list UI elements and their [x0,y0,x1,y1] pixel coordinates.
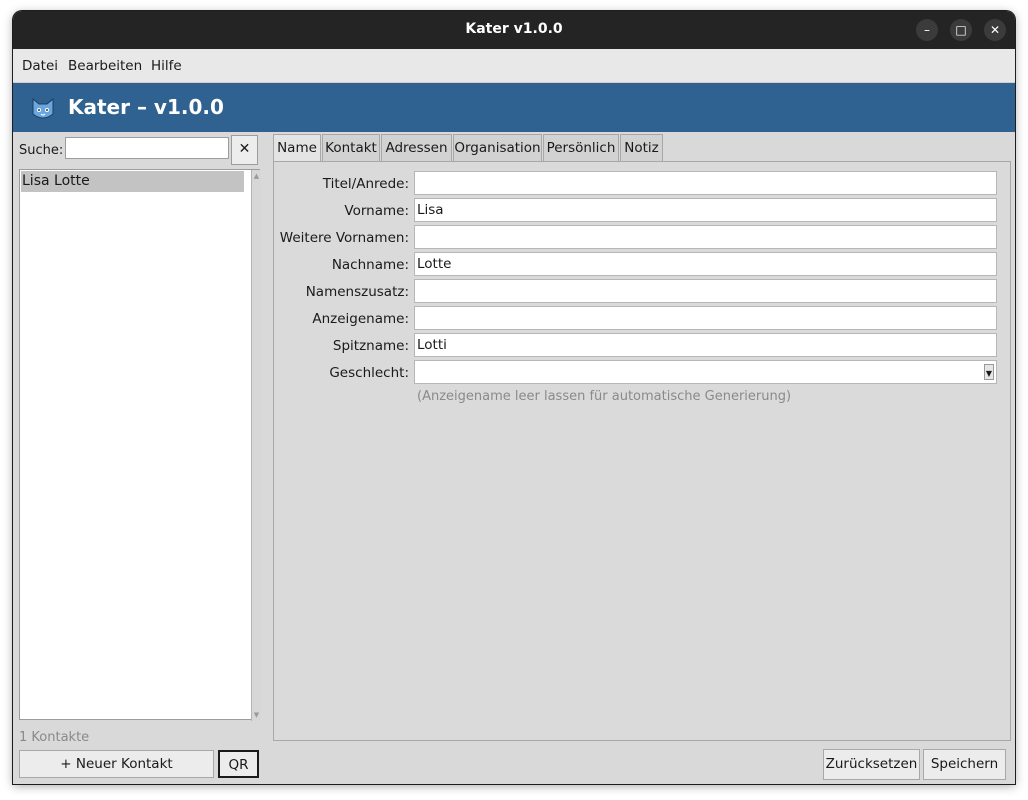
app-header: Kater – v1.0.0 [13,83,1015,132]
field-label-namenszusatz: Namenszusatz: [305,284,409,300]
tab-adressen[interactable]: Adressen [381,134,452,161]
search-label: Suche: [19,143,64,158]
minimize-button[interactable]: – [916,19,938,41]
anzeigename-hint: (Anzeigename leer lassen für automatisch… [417,389,792,404]
contact-list-scrollbar[interactable]: ▲ ▼ [251,170,261,721]
contact-list[interactable]: Lisa Lotte ▲ ▼ [19,169,261,721]
field-label-spitzname: Spitzname: [332,338,409,354]
contact-list-item[interactable]: Lisa Lotte [21,171,244,192]
vorname-input[interactable]: Lisa [414,198,997,222]
field-label-geschlecht: Geschlecht: [329,365,409,381]
contact-count: 1 Kontakte [19,730,90,745]
tab-organisation[interactable]: Organisation [453,134,542,161]
app-window: Kater v1.0.0 – □ ✕ Datei Bearbeiten Hilf… [13,11,1015,784]
field-label-titel: Titel/Anrede: [322,176,409,192]
weitere-vornamen-input[interactable] [414,225,997,249]
tab-persoenlich[interactable]: Persönlich [543,134,619,161]
tab-notiz[interactable]: Notiz [620,134,663,161]
titel-anrede-input[interactable] [414,171,997,195]
reset-button[interactable]: Zurücksetzen [823,749,920,780]
anzeigename-input[interactable] [414,306,997,330]
namenszusatz-input[interactable] [414,279,997,303]
save-button[interactable]: Speichern [923,749,1006,780]
new-contact-button[interactable]: + Neuer Kontakt [19,750,214,778]
cat-logo-icon [32,97,54,119]
title-bar: Kater v1.0.0 – □ ✕ [13,11,1015,49]
close-button[interactable]: ✕ [984,19,1006,41]
chevron-down-icon[interactable]: ▼ [984,364,994,380]
field-label-anzeigename: Anzeigename: [312,311,409,327]
geschlecht-select[interactable]: ▼ [414,360,997,384]
clear-search-button[interactable]: ✕ [231,135,258,165]
qr-button[interactable]: QR [218,750,259,778]
scroll-down-icon[interactable]: ▼ [252,710,261,720]
tab-kontakt[interactable]: Kontakt [322,134,380,161]
field-label-vorname: Vorname: [344,203,409,219]
window-title: Kater v1.0.0 [465,21,563,37]
menu-bar: Datei Bearbeiten Hilfe [13,49,1015,83]
spitzname-input[interactable]: Lotti [414,333,997,357]
menu-bearbeiten[interactable]: Bearbeiten [68,58,142,74]
menu-datei[interactable]: Datei [22,58,58,74]
scroll-up-icon[interactable]: ▲ [252,171,261,181]
nachname-input[interactable]: Lotte [414,252,997,276]
maximize-button[interactable]: □ [950,19,972,41]
app-title: Kater – v1.0.0 [68,95,224,119]
field-label-weitere-vornamen: Weitere Vornamen: [279,230,409,246]
tab-name[interactable]: Name [273,134,321,162]
field-label-nachname: Nachname: [331,257,409,273]
search-input[interactable] [65,137,229,159]
menu-hilfe[interactable]: Hilfe [151,58,182,74]
